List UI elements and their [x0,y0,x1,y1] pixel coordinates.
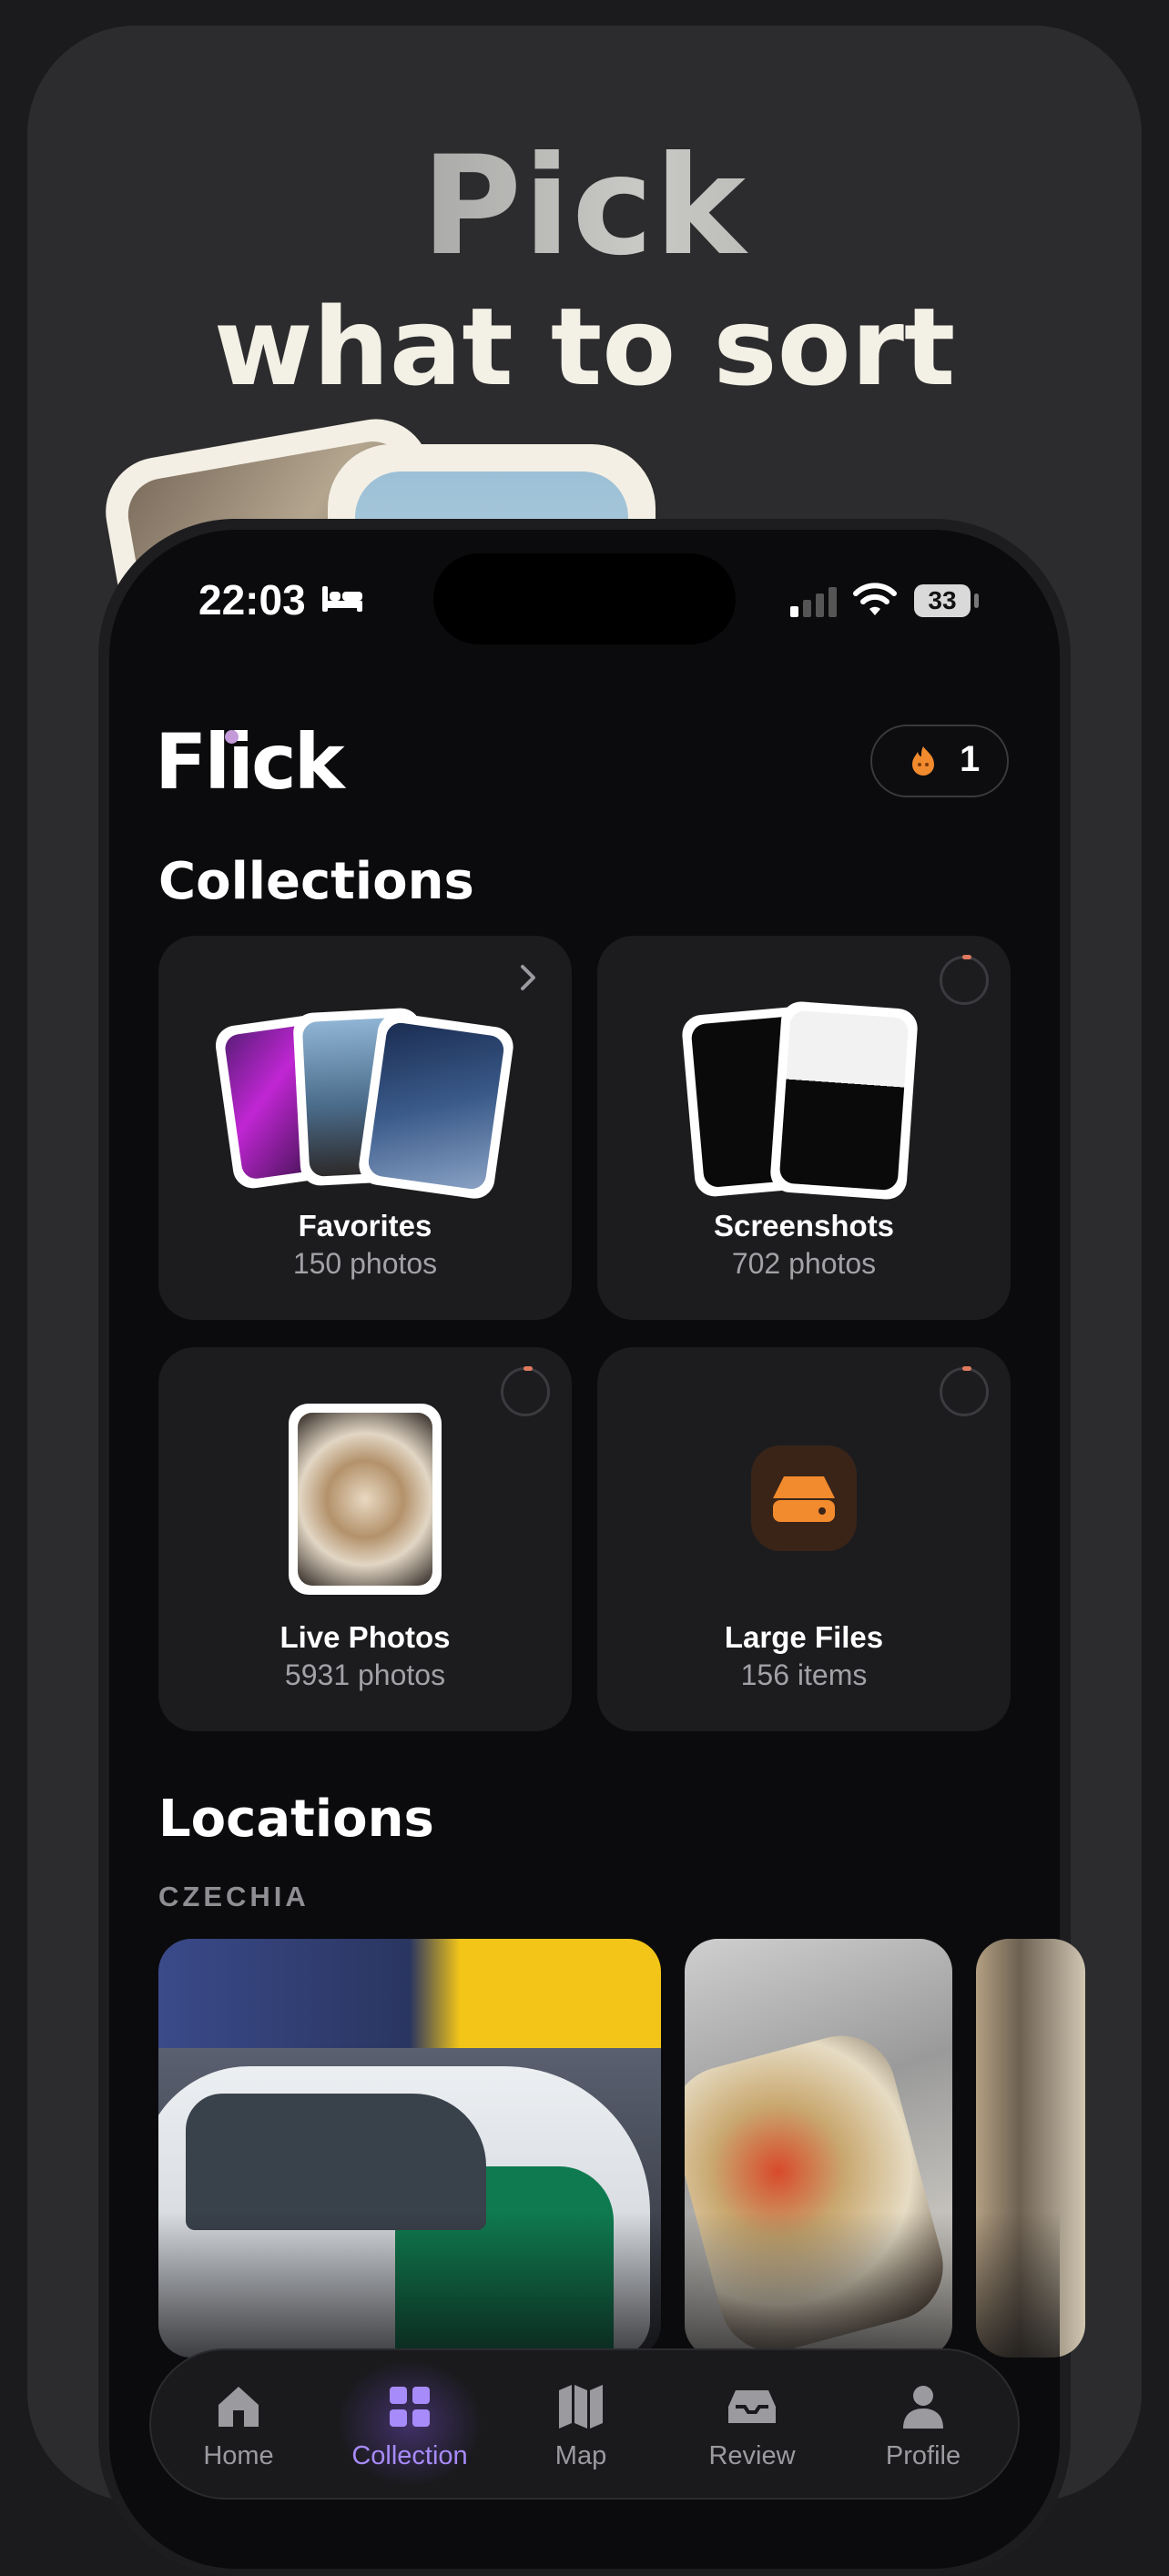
collection-count: 150 photos [292,1247,438,1280]
collections-title: Collections [158,852,474,911]
grid-icon [390,2387,430,2427]
battery-cap [974,593,979,608]
battery-indicator: 33 [914,584,971,617]
collection-name: Large Files [724,1620,884,1654]
app-logo: Flick [155,717,345,806]
streak-count: 1 [960,739,981,779]
tab-review[interactable]: Review [670,2350,834,2498]
inbox-icon [728,2390,776,2423]
cellular-signal-icon [790,587,837,617]
promo-title: Pick [0,127,1169,286]
collection-name: Favorites [298,1209,432,1242]
collection-name: Screenshots [713,1209,895,1242]
progress-ring [940,1366,989,1416]
person-icon [903,2386,943,2429]
tab-map[interactable]: Map [499,2350,663,2498]
collection-count: 702 photos [731,1247,877,1280]
collection-live-photos[interactable]: Live Photos 5931 photos [158,1347,572,1731]
sleep-focus-icon [322,586,362,612]
tab-home[interactable]: Home [157,2350,320,2498]
tab-collection[interactable]: Collection [328,2350,492,2498]
map-icon [559,2385,603,2429]
tab-label: Collection [351,2441,468,2470]
flame-icon [912,746,934,776]
status-time: 22:03 [198,576,306,624]
progress-ring [501,1366,550,1416]
wifi-icon [853,583,897,615]
tab-label: Profile [885,2441,961,2470]
drive-icon-container [751,1445,857,1551]
tab-label: Review [708,2441,796,2470]
tab-profile[interactable]: Profile [841,2350,1005,2498]
collection-screenshots[interactable]: Screenshots 702 photos [597,936,1011,1320]
collection-favorites[interactable]: Favorites 150 photos [158,936,572,1320]
progress-ring [940,955,989,1005]
chevron-right-icon [521,965,535,990]
collection-count: 5931 photos [284,1658,446,1691]
promo-subtitle: what to sort [213,284,956,410]
collection-name: Live Photos [280,1620,451,1654]
hard-drive-icon [773,1476,835,1522]
tab-label: Map [554,2441,607,2470]
tab-bar: Home Collection Map Review Profile [149,2348,1020,2500]
dynamic-island [433,553,736,644]
tab-label: Home [203,2441,274,2470]
screenshot-thumbnail [768,1000,920,1201]
photo-thumbnail [356,1010,516,1202]
home-icon [219,2387,259,2427]
logo-dot [225,730,239,744]
locations-title: Locations [158,1790,434,1849]
photo-thumbnail [289,1404,442,1595]
collection-count: 156 items [740,1658,868,1691]
collection-large-files[interactable]: Large Files 156 items [597,1347,1011,1731]
country-label: CZECHIA [158,1881,310,1912]
streak-button[interactable]: 1 [870,725,1009,797]
